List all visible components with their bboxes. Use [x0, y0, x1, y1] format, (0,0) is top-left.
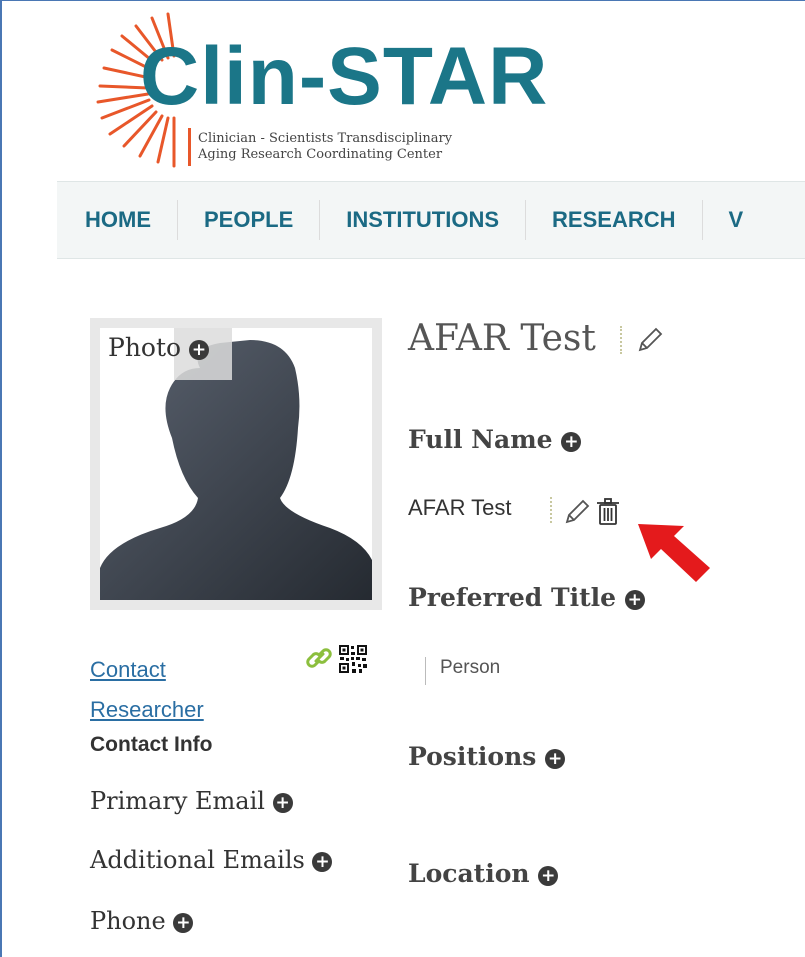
preferred-title-value: Person: [440, 657, 501, 678]
photo-label-text: Photo: [108, 333, 182, 362]
logo-subtitle-line1: Clinician - Scientists Transdisciplinary: [198, 131, 453, 146]
nav-item-truncated[interactable]: V: [703, 200, 770, 240]
nav-institutions[interactable]: INSTITUTIONS: [320, 200, 527, 240]
positions-label: Positions: [408, 742, 537, 771]
full-name-label: Full Name: [408, 425, 553, 454]
preferred-title-label: Preferred Title: [408, 583, 617, 612]
contact-link-line1: Contact: [90, 657, 166, 682]
primary-email-field: Primary Email +: [90, 787, 293, 815]
site-logo[interactable]: Clin-STAR Clinician - Scientists Transdi…: [80, 6, 550, 171]
phone-label: Phone: [90, 907, 166, 935]
full-name-section: Full Name +: [408, 425, 582, 454]
nav-people[interactable]: PEOPLE: [178, 200, 321, 240]
add-location-icon[interactable]: +: [538, 865, 559, 886]
location-section: Location +: [408, 859, 559, 888]
full-name-value: AFAR Test: [408, 495, 512, 520]
additional-emails-label: Additional Emails: [90, 846, 305, 874]
nav-research[interactable]: RESEARCH: [526, 200, 703, 240]
primary-email-label: Primary Email: [90, 787, 265, 815]
logo-subtitle-line2: Aging Research Coordinating Center: [198, 147, 443, 162]
contact-info-heading: Contact Info: [90, 733, 213, 756]
qr-code-icon[interactable]: [338, 644, 368, 674]
profile-name: AFAR Test: [408, 318, 596, 359]
full-name-separator: [550, 497, 552, 523]
add-full-name-icon[interactable]: +: [561, 431, 582, 452]
add-additional-emails-icon[interactable]: +: [312, 851, 333, 872]
person-silhouette-icon: [100, 340, 372, 600]
photo-placeholder: [100, 328, 372, 600]
contact-link-line2: Researcher: [90, 697, 204, 722]
name-separator: [620, 326, 622, 354]
preferred-title-bar: [425, 657, 426, 685]
logo-divider: [188, 128, 191, 166]
positions-section: Positions +: [408, 742, 566, 771]
additional-emails-field: Additional Emails +: [90, 846, 333, 874]
photo-label: Photo +: [108, 333, 210, 362]
add-photo-icon[interactable]: +: [189, 339, 210, 360]
delete-full-name-trash-icon[interactable]: [596, 497, 622, 527]
phone-field: Phone +: [90, 907, 194, 935]
edit-full-name-pencil-icon[interactable]: [563, 498, 591, 526]
logo-subtitle: Clinician - Scientists Transdisciplinary…: [198, 131, 452, 163]
logo-title: Clin-STAR: [140, 31, 549, 122]
add-phone-icon[interactable]: +: [173, 912, 194, 933]
red-arrow-annotation-icon: [638, 524, 710, 582]
main-nav: HOME PEOPLE INSTITUTIONS RESEARCH V: [57, 181, 805, 259]
location-label: Location: [408, 859, 530, 888]
preferred-title-section: Preferred Title +: [408, 583, 645, 612]
contact-researcher-link[interactable]: Contact Researcher: [90, 650, 290, 730]
link-icon[interactable]: [306, 644, 334, 672]
nav-home[interactable]: HOME: [57, 200, 178, 240]
add-primary-email-icon[interactable]: +: [272, 792, 293, 813]
edit-name-pencil-icon[interactable]: [634, 326, 664, 356]
add-preferred-title-icon[interactable]: +: [624, 589, 645, 610]
add-positions-icon[interactable]: +: [545, 748, 566, 769]
left-margin: [2, 0, 57, 957]
